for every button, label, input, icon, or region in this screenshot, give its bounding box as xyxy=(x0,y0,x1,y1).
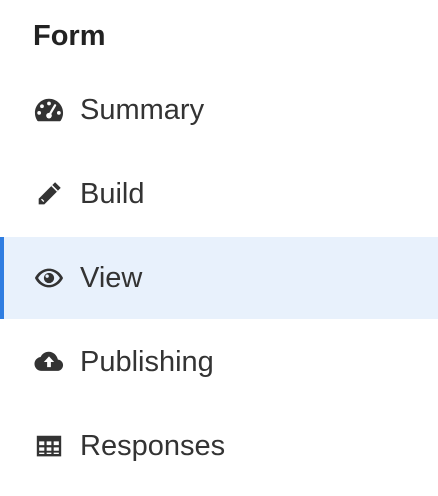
nav-item-label: Summary xyxy=(80,94,205,126)
nav-item-view[interactable]: View xyxy=(0,237,438,319)
nav-item-build[interactable]: Build xyxy=(0,153,438,235)
nav-item-label: Responses xyxy=(80,430,226,462)
nav-item-label: Build xyxy=(80,178,145,210)
nav-item-summary[interactable]: Summary xyxy=(0,69,438,151)
nav-item-responses[interactable]: Responses xyxy=(0,405,438,487)
table-icon xyxy=(33,430,65,462)
tachometer-icon xyxy=(33,94,65,126)
section-title: Form xyxy=(33,20,106,52)
eye-icon xyxy=(33,262,65,294)
nav-item-label: View xyxy=(80,262,143,294)
pencil-icon xyxy=(33,178,65,210)
cloud-upload-icon xyxy=(33,346,65,378)
form-sidebar-nav: Form Summary Build View Publishing Respo… xyxy=(0,0,438,496)
nav-item-publishing[interactable]: Publishing xyxy=(0,321,438,403)
nav-item-label: Publishing xyxy=(80,346,214,378)
